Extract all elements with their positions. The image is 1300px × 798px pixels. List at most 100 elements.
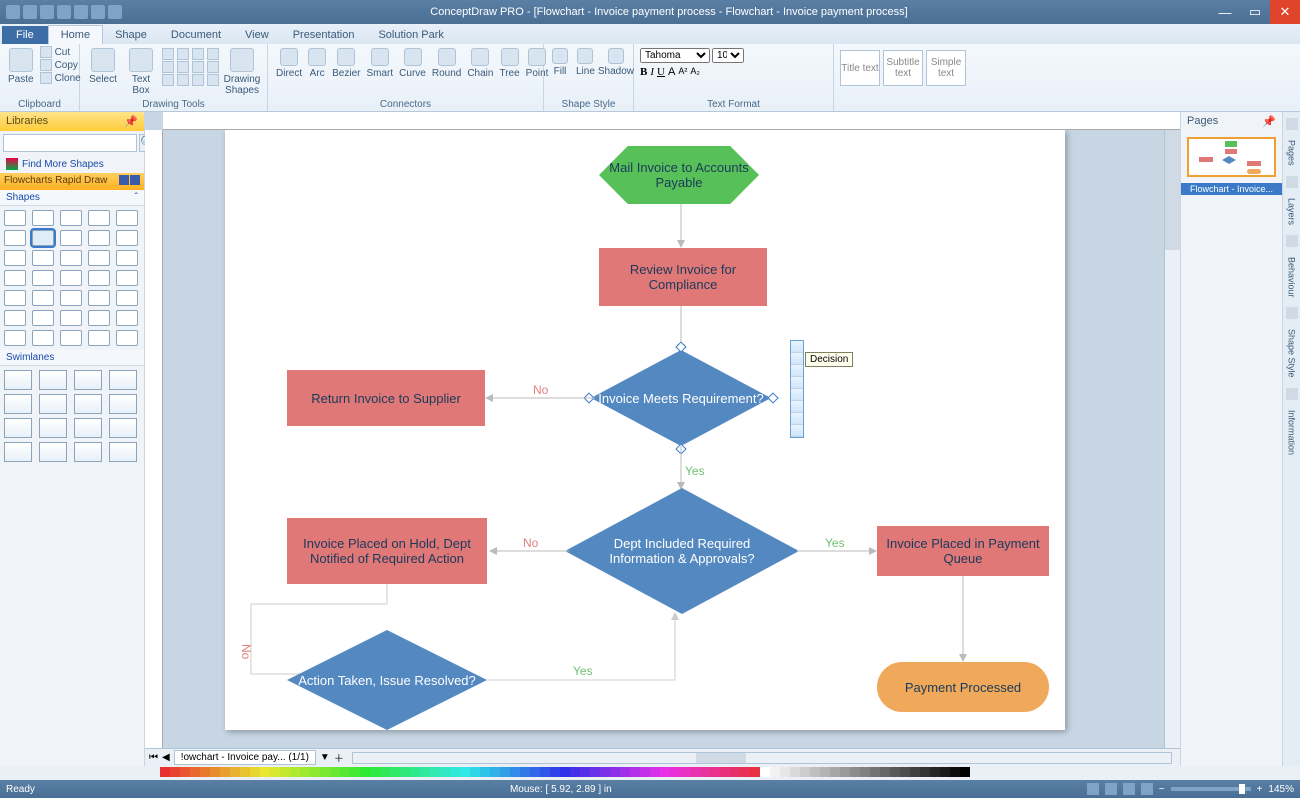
shape-item[interactable]: [4, 310, 26, 326]
color-swatch[interactable]: [880, 767, 890, 777]
tool-icon[interactable]: [207, 74, 219, 86]
color-swatch[interactable]: [210, 767, 220, 777]
color-swatch[interactable]: [440, 767, 450, 777]
strike-button[interactable]: A: [668, 66, 675, 78]
shape-item[interactable]: [32, 210, 54, 226]
color-swatch[interactable]: [580, 767, 590, 777]
color-swatch[interactable]: [620, 767, 630, 777]
swimlane-item[interactable]: [74, 370, 102, 390]
zoom-in-button[interactable]: +: [1257, 784, 1263, 795]
tab-home[interactable]: Home: [48, 25, 103, 44]
swimlane-item[interactable]: [109, 442, 137, 462]
color-swatch[interactable]: [800, 767, 810, 777]
lib-collapse-icon[interactable]: [119, 175, 129, 185]
node-return-supplier[interactable]: Return Invoice to Supplier: [287, 370, 485, 426]
tool-icon[interactable]: [162, 61, 174, 73]
color-swatch[interactable]: [250, 767, 260, 777]
qat-icon[interactable]: [108, 5, 122, 19]
swimlane-item[interactable]: [74, 394, 102, 414]
swimlane-item[interactable]: [109, 370, 137, 390]
node-review[interactable]: Review Invoice for Compliance: [599, 248, 767, 306]
selection-handle[interactable]: [767, 392, 778, 403]
shape-item[interactable]: [116, 230, 138, 246]
cut-button[interactable]: Cut: [40, 46, 81, 58]
color-swatch[interactable]: [780, 767, 790, 777]
underline-button[interactable]: U: [657, 66, 665, 78]
color-swatch[interactable]: [610, 767, 620, 777]
qat-icon[interactable]: [74, 5, 88, 19]
shape-item[interactable]: [32, 330, 54, 346]
side-tab-icon[interactable]: [1286, 118, 1298, 130]
node-hold[interactable]: Invoice Placed on Hold, Dept Notified of…: [287, 518, 487, 584]
color-swatch[interactable]: [810, 767, 820, 777]
shape-item[interactable]: [4, 230, 26, 246]
color-swatch[interactable]: [190, 767, 200, 777]
color-swatch[interactable]: [180, 767, 190, 777]
swimlane-item[interactable]: [39, 418, 67, 438]
color-swatch[interactable]: [400, 767, 410, 777]
style-simple[interactable]: Simple text: [926, 50, 966, 86]
connector-chain[interactable]: Chain: [465, 46, 495, 81]
color-swatch[interactable]: [360, 767, 370, 777]
qat-icon[interactable]: [23, 5, 37, 19]
scrollbar-thumb[interactable]: [696, 753, 746, 763]
color-swatch[interactable]: [660, 767, 670, 777]
color-swatch[interactable]: [770, 767, 780, 777]
shape-item[interactable]: [116, 310, 138, 326]
library-name-header[interactable]: Flowcharts Rapid Draw: [0, 173, 144, 190]
tab-presentation[interactable]: Presentation: [281, 26, 367, 44]
color-swatch[interactable]: [290, 767, 300, 777]
shape-item[interactable]: [4, 290, 26, 306]
zoom-value[interactable]: 145%: [1268, 784, 1294, 795]
swimlane-item[interactable]: [39, 394, 67, 414]
connector-direct[interactable]: Direct: [274, 46, 304, 81]
color-swatch[interactable]: [470, 767, 480, 777]
color-swatch[interactable]: [710, 767, 720, 777]
tool-icon[interactable]: [192, 48, 204, 60]
color-swatch[interactable]: [510, 767, 520, 777]
horizontal-scrollbar[interactable]: [352, 752, 1172, 764]
quicktool-icon[interactable]: [791, 377, 803, 389]
swimlane-item[interactable]: [4, 442, 32, 462]
tab-view[interactable]: View: [233, 26, 281, 44]
swimlanes-subheader[interactable]: Swimlanes: [0, 350, 144, 366]
color-swatch[interactable]: [920, 767, 930, 777]
tab-shape[interactable]: Shape: [103, 26, 159, 44]
connector-tree[interactable]: Tree: [497, 46, 521, 81]
style-title[interactable]: Title text: [840, 50, 880, 86]
color-swatch[interactable]: [160, 767, 170, 777]
view-mode-icon[interactable]: [1123, 783, 1135, 795]
node-decision-meets[interactable]: Invoice Meets Requirement?: [591, 350, 771, 446]
color-swatch[interactable]: [460, 767, 470, 777]
color-swatch[interactable]: [420, 767, 430, 777]
tool-icon[interactable]: [207, 48, 219, 60]
select-button[interactable]: Select: [86, 46, 120, 87]
drawing-shapes-button[interactable]: Drawing Shapes: [223, 46, 261, 98]
color-swatch[interactable]: [550, 767, 560, 777]
swimlane-item[interactable]: [39, 370, 67, 390]
shadow-button[interactable]: Shadow: [601, 46, 631, 79]
zoom-out-button[interactable]: −: [1159, 784, 1165, 795]
color-swatch[interactable]: [330, 767, 340, 777]
side-tab-shapestyle[interactable]: Shape Style: [1286, 325, 1298, 382]
shape-item[interactable]: [116, 210, 138, 226]
color-swatch[interactable]: [280, 767, 290, 777]
tab-nav-add[interactable]: ＋: [334, 750, 344, 765]
shape-item[interactable]: [60, 330, 82, 346]
color-swatch[interactable]: [220, 767, 230, 777]
shape-item[interactable]: [88, 270, 110, 286]
color-swatch[interactable]: [340, 767, 350, 777]
connector-curve[interactable]: Curve: [397, 46, 428, 81]
tool-icon[interactable]: [162, 74, 174, 86]
fill-button[interactable]: Fill: [550, 46, 570, 79]
tab-nav-next[interactable]: ▼: [320, 752, 330, 763]
color-swatch[interactable]: [370, 767, 380, 777]
qat-icon[interactable]: [91, 5, 105, 19]
shape-item[interactable]: [32, 270, 54, 286]
swimlane-item[interactable]: [109, 394, 137, 414]
zoom-slider[interactable]: [1171, 787, 1251, 791]
italic-button[interactable]: I: [650, 66, 654, 78]
color-swatch[interactable]: [450, 767, 460, 777]
color-swatch[interactable]: [230, 767, 240, 777]
shape-item[interactable]: [60, 290, 82, 306]
